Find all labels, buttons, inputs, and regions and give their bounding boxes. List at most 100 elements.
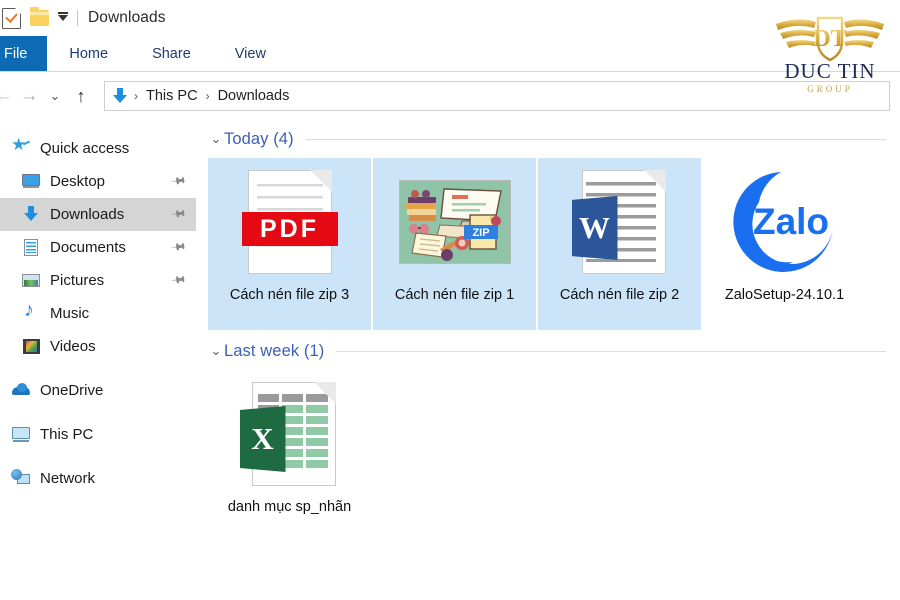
cell: [306, 438, 328, 446]
downloads-icon: [111, 87, 129, 105]
file-item-zalo[interactable]: Zalo ZaloSetup-24.10.1: [703, 158, 866, 330]
forward-button[interactable]: →: [16, 83, 42, 109]
documents-icon: [22, 238, 41, 257]
file-thumbnail: W: [564, 166, 676, 278]
up-button[interactable]: ↑: [68, 83, 94, 109]
navigation-bar: ← → ⌄ ↑ › This PC › Downloads: [0, 74, 900, 118]
file-thumbnail: ZIP: [398, 166, 511, 278]
pin-icon[interactable]: 🖈: [166, 202, 189, 227]
downloads-icon: [22, 205, 41, 224]
tab-file[interactable]: File: [0, 36, 48, 72]
chevron-down-icon[interactable]: ⌄: [208, 343, 224, 359]
pin-icon[interactable]: 🖈: [166, 169, 189, 194]
file-item-excel[interactable]: X danh mục sp_nhãn: [208, 370, 371, 542]
sidebar-item-music[interactable]: Music: [0, 297, 196, 330]
file-grid-last-week: X danh mục sp_nhãn: [208, 366, 900, 542]
cell: [257, 394, 279, 402]
star-icon: [11, 135, 31, 158]
breadcrumb-separator-1: ›: [134, 89, 138, 103]
file-name: Cách nén file zip 2: [559, 287, 680, 303]
window-title: Downloads: [88, 9, 166, 26]
desk-illustration: ZIP: [399, 181, 510, 263]
dropdown-arrow-icon[interactable]: [58, 12, 68, 21]
pin-icon[interactable]: 🖈: [166, 268, 189, 293]
pdf-file-icon: PDF: [241, 170, 338, 274]
pdf-badge: PDF: [241, 212, 338, 246]
zalo-logo: Zalo: [732, 172, 833, 272]
chevron-down-icon[interactable]: ⌄: [208, 131, 224, 147]
cell: [281, 394, 304, 402]
tab-view[interactable]: View: [213, 36, 288, 72]
sidebar-item-label: This PC: [40, 426, 94, 443]
tab-share[interactable]: Share: [130, 36, 213, 72]
sidebar-item-this-pc[interactable]: This PC: [0, 418, 196, 451]
sidebar-item-onedrive[interactable]: OneDrive: [0, 374, 196, 407]
explorer-body: Quick access Desktop 🖈 Downloads 🖈 Docum…: [0, 118, 900, 600]
file-name: ZaloSetup-24.10.1: [724, 287, 845, 303]
breadcrumb-this-pc[interactable]: This PC: [141, 88, 203, 104]
file-name: Cách nén file zip 1: [394, 287, 515, 303]
back-button[interactable]: ←: [0, 83, 16, 109]
file-item-image[interactable]: ZIP Cách nén file zip 1: [373, 158, 536, 330]
cell: [306, 427, 328, 435]
file-name: Cách nén file zip 3: [229, 287, 350, 303]
breadcrumb-downloads[interactable]: Downloads: [213, 88, 295, 104]
sidebar-item-label: OneDrive: [40, 382, 104, 399]
cell: [306, 405, 328, 413]
file-item-word[interactable]: W Cách nén file zip 2: [538, 158, 701, 330]
excel-file-icon: X: [239, 382, 336, 486]
breadcrumb-separator-2: ›: [205, 89, 210, 103]
pin-icon[interactable]: 🖈: [166, 235, 189, 260]
group-header-last-week[interactable]: ⌄ Last week (1): [208, 336, 900, 366]
sidebar-item-quick-access[interactable]: Quick access: [0, 132, 196, 165]
file-item-pdf[interactable]: PDF Cách nén file zip 3: [208, 158, 371, 330]
sidebar-item-label: Videos: [50, 338, 96, 355]
group-divider: [336, 350, 886, 352]
title-bar: Downloads: [0, 0, 900, 36]
sidebar-item-desktop[interactable]: Desktop 🖈: [0, 165, 196, 198]
file-list-pane[interactable]: ⌄ Today (4) PDF Cách nén file zip 3 ZIP …: [196, 118, 900, 600]
ribbon-divider: [0, 71, 900, 72]
sidebar-item-pictures[interactable]: Pictures 🖈: [0, 264, 196, 297]
svg-text:ZIP: ZIP: [472, 227, 489, 239]
cell: [306, 416, 328, 424]
group-title: Today (4): [224, 129, 294, 148]
sidebar-item-label: Quick access: [40, 140, 130, 157]
sidebar-item-documents[interactable]: Documents 🖈: [0, 231, 196, 264]
videos-icon: [22, 337, 41, 356]
page-fold-corner: [643, 170, 666, 192]
sidebar-item-label: Documents: [50, 239, 126, 256]
save-icon[interactable]: [2, 7, 21, 29]
recent-locations-button[interactable]: ⌄: [42, 83, 68, 109]
this-pc-icon: [12, 425, 31, 444]
file-thumbnail: Zalo: [729, 166, 841, 278]
sidebar-item-downloads[interactable]: Downloads 🖈: [0, 198, 196, 231]
sidebar-item-label: Desktop: [50, 173, 106, 190]
word-badge: W: [571, 196, 618, 260]
tab-home[interactable]: Home: [47, 36, 130, 72]
svg-text:Zalo: Zalo: [752, 201, 828, 242]
sidebar-item-label: Pictures: [50, 272, 105, 289]
sidebar-item-videos[interactable]: Videos: [0, 330, 196, 363]
music-icon: [22, 299, 41, 323]
cell: [306, 460, 328, 468]
address-bar[interactable]: › This PC › Downloads: [104, 81, 890, 111]
word-file-icon: W: [571, 170, 666, 274]
page-fold-corner: [313, 382, 336, 404]
page-fold-corner: [309, 170, 332, 192]
sidebar-item-network[interactable]: Network: [0, 462, 196, 495]
file-thumbnail: PDF: [234, 166, 346, 278]
network-icon: [11, 469, 31, 488]
image-preview-thumbnail: ZIP: [398, 180, 511, 264]
group-header-today[interactable]: ⌄ Today (4): [208, 124, 900, 154]
group-title: Last week (1): [224, 341, 325, 360]
cell: [306, 449, 328, 457]
folder-icon[interactable]: [30, 7, 49, 26]
file-grid-today: PDF Cách nén file zip 3 ZIP Cách nén fil…: [208, 154, 900, 330]
zalo-app-icon: Zalo: [729, 168, 841, 276]
file-name: danh mục sp_nhãn: [227, 499, 352, 515]
sidebar-item-label: Network: [40, 470, 96, 487]
cloud-icon: [12, 381, 31, 400]
